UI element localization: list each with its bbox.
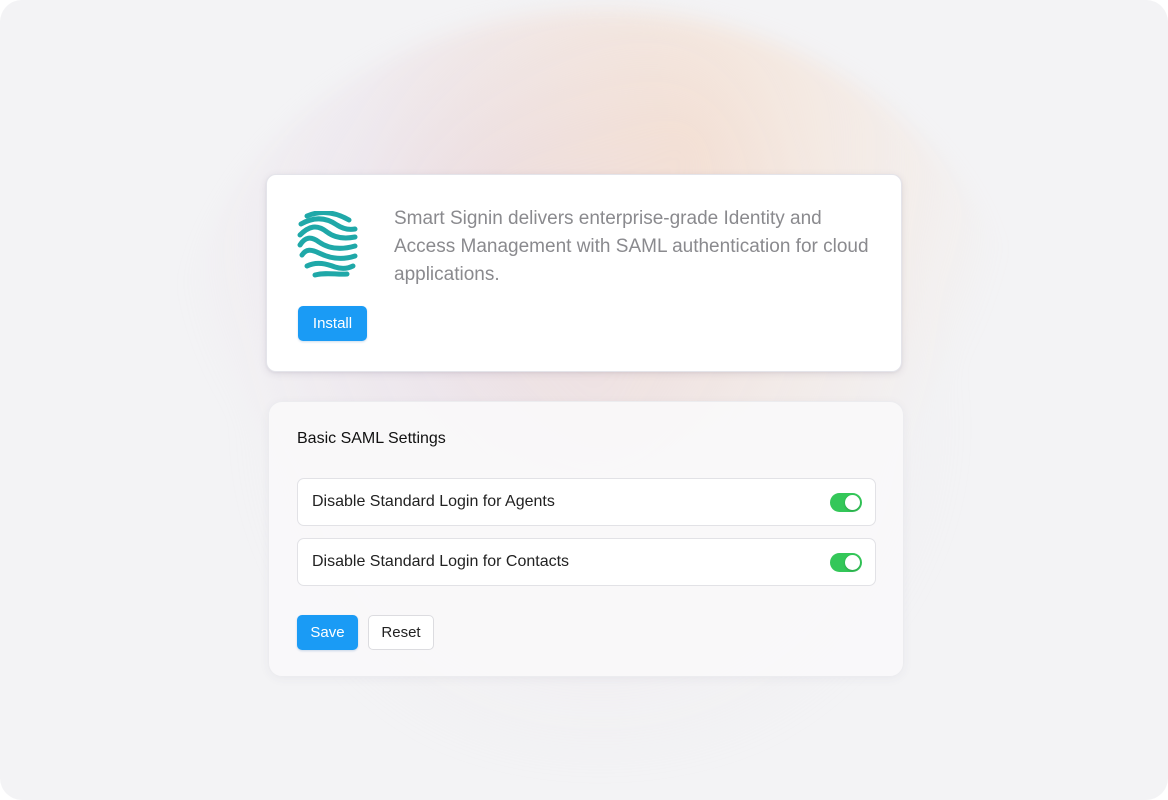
toggle-label-agents: Disable Standard Login for Agents [312, 493, 555, 510]
toggle-label-contacts: Disable Standard Login for Contacts [312, 553, 570, 570]
install-button[interactable]: Install [298, 306, 367, 341]
toggle-knob [845, 555, 860, 570]
saml-settings-card: Basic SAML Settings Disable Standard Log… [268, 401, 904, 677]
agents-login-toggle[interactable] [830, 493, 862, 512]
app-description: Smart Signin delivers enterprise-grade I… [394, 208, 869, 285]
app-card: Smart Signin delivers enterprise-grade I… [266, 174, 902, 372]
save-button[interactable]: Save [297, 615, 358, 650]
contacts-login-toggle[interactable] [830, 553, 862, 572]
settings-title: Basic SAML Settings [297, 430, 446, 447]
reset-button[interactable]: Reset [368, 615, 434, 650]
toggle-row-agents: Disable Standard Login for Agents [297, 478, 876, 526]
page-background: Smart Signin delivers enterprise-grade I… [0, 0, 1168, 800]
toggle-knob [845, 495, 860, 510]
fingerprint-wave-icon [297, 211, 358, 278]
toggle-row-contacts: Disable Standard Login for Contacts [297, 538, 876, 586]
